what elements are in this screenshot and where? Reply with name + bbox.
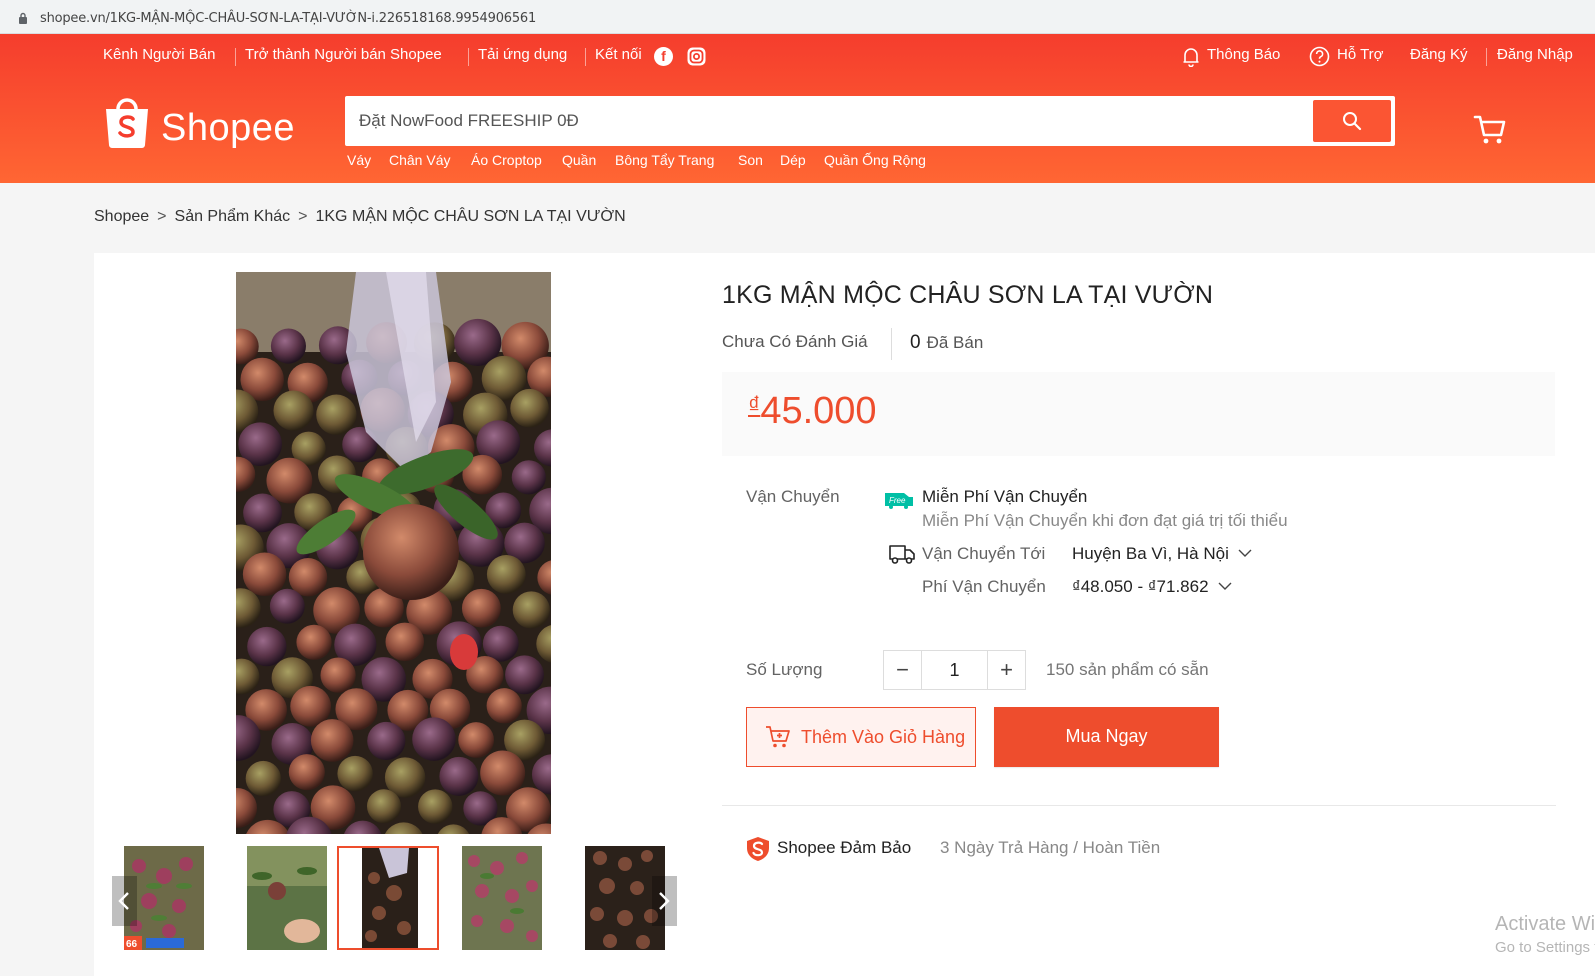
breadcrumb-current: 1KG MẬN MỘC CHÂU SƠN LA TẠI VƯỜN xyxy=(315,208,626,225)
rating-text[interactable]: Chưa Có Đánh Giá xyxy=(722,332,868,352)
cart-icon[interactable] xyxy=(1473,112,1507,146)
suggestion-link[interactable]: Chân Váy xyxy=(389,152,450,168)
ship-to-label: Vận Chuyển Tới xyxy=(922,544,1046,563)
quantity-input[interactable]: 1 xyxy=(922,651,987,689)
search-bar xyxy=(345,96,1395,146)
sold-number: 0 xyxy=(910,332,921,353)
price-value: 45.000 xyxy=(760,390,877,432)
chevron-right-icon xyxy=(659,892,670,910)
guarantee-desc: 3 Ngày Trả Hàng / Hoàn Tiền xyxy=(940,838,1161,857)
register-link[interactable]: Đăng Ký xyxy=(1410,46,1468,63)
breadcrumb-category[interactable]: Sản Phẩm Khác xyxy=(175,208,291,226)
seller-center-link[interactable]: Kênh Người Bán xyxy=(103,46,215,63)
search-icon xyxy=(1343,112,1362,131)
browser-address-bar[interactable]: shopee.vn/1KG-MẬN-MỘC-CHÂU-SƠN-LA-TẠI-VƯ… xyxy=(0,0,1595,34)
address-pill[interactable]: shopee.vn/1KG-MẬN-MỘC-CHÂU-SƠN-LA-TẠI-VƯ… xyxy=(6,3,1595,31)
free-shipping-title: Miễn Phí Vận Chuyển xyxy=(922,487,1088,506)
stock-text: 150 sản phẩm có sẵn xyxy=(1046,660,1209,679)
url-text: shopee.vn/1KG-MẬN-MỘC-CHÂU-SƠN-LA-TẠI-VƯ… xyxy=(40,11,537,26)
suggestion-link[interactable]: Áo Croptop xyxy=(471,152,542,168)
thumbnail-image-selected[interactable] xyxy=(337,846,439,950)
price-box: ₫45.000 xyxy=(722,372,1555,456)
truck-icon xyxy=(889,545,915,564)
download-app-link[interactable]: Tải ứng dụng xyxy=(478,46,567,63)
breadcrumb: Shopee > Sản Phẩm Khác >1KG MẬN MỘC CHÂU SƠ… xyxy=(94,208,626,226)
add-to-cart-label: Thêm Vào Giỏ Hàng xyxy=(801,727,966,747)
chevron-left-icon xyxy=(118,892,129,910)
chevron-down-icon[interactable] xyxy=(1218,581,1232,591)
shipping-label: Vận Chuyển xyxy=(746,487,840,506)
search-button[interactable] xyxy=(1313,100,1391,142)
sold-label: Đã Bán xyxy=(926,333,984,352)
product-main-image[interactable] xyxy=(236,272,551,834)
thumbnail-strip: 66 xyxy=(112,846,677,951)
notifications-link[interactable]: Thông Báo xyxy=(1207,46,1280,63)
chevron-down-icon[interactable] xyxy=(1238,548,1252,558)
connect-label: Kết nối xyxy=(595,46,642,63)
suggestion-link[interactable]: Dép xyxy=(780,152,806,168)
add-to-cart-button[interactable]: Thêm Vào Giỏ Hàng xyxy=(746,707,976,767)
thumb-badge-text: 66 xyxy=(126,939,138,950)
shield-icon xyxy=(747,837,769,861)
thumbnail-plums xyxy=(339,848,437,948)
search-input[interactable] xyxy=(359,96,1299,146)
bell-icon[interactable] xyxy=(1182,47,1200,67)
thumbnail-image[interactable] xyxy=(247,846,327,950)
add-to-cart-icon xyxy=(766,726,790,748)
free-shipping-icon: Free xyxy=(885,493,913,509)
thumbnail-image[interactable] xyxy=(462,846,542,950)
currency-symbol: ₫ xyxy=(748,392,761,419)
ship-to-value[interactable]: Huyện Ba Vì, Hà Nội xyxy=(1072,544,1229,564)
shopee-bag-icon xyxy=(106,98,148,148)
product-price: ₫45.000 xyxy=(748,390,877,433)
logo-text: Shopee xyxy=(161,107,296,149)
help-link[interactable]: Hỗ Trợ xyxy=(1337,46,1384,63)
nav-separator xyxy=(585,48,586,66)
site-header: Kênh Người Bán Trở thành Người bán Shope… xyxy=(0,34,1595,183)
suggestion-link[interactable]: Bông Tẩy Trang xyxy=(615,152,714,168)
decrease-quantity-button[interactable]: − xyxy=(884,651,922,689)
windows-activation-subtext: Go to Settings t xyxy=(1495,939,1595,956)
chevron-right-icon: > xyxy=(298,208,308,225)
lock-icon xyxy=(19,12,27,24)
free-badge-text: Free xyxy=(889,496,906,505)
nav-separator xyxy=(235,48,236,66)
nav-separator xyxy=(1486,48,1487,66)
help-icon[interactable] xyxy=(1309,46,1330,67)
increase-quantity-button[interactable]: + xyxy=(987,651,1025,689)
become-seller-link[interactable]: Trở thành Người bán Shopee xyxy=(245,46,442,63)
nav-separator xyxy=(468,48,469,66)
quantity-stepper: − 1 + xyxy=(883,650,1026,690)
buy-now-button[interactable]: Mua Ngay xyxy=(994,707,1219,767)
thumbnail-next-button[interactable] xyxy=(652,876,677,926)
sold-count: 0 Đã Bán xyxy=(910,332,983,354)
quantity-label: Số Lượng xyxy=(746,660,823,679)
shipping-fee-value[interactable]: ₫48.050 - ₫71.862 xyxy=(1072,577,1209,597)
chevron-right-icon: > xyxy=(157,208,167,225)
product-title: 1KG MẬN MỘC CHÂU SƠN LA TẠI VƯỜN xyxy=(722,281,1214,309)
instagram-icon[interactable] xyxy=(687,47,706,66)
suggestion-link[interactable]: Váy xyxy=(347,152,371,168)
shipping-fee-label: Phí Vận Chuyển xyxy=(922,577,1046,596)
facebook-icon[interactable]: f xyxy=(654,47,673,66)
suggestion-link[interactable]: Son xyxy=(738,152,763,168)
breadcrumb-home[interactable]: Shopee xyxy=(94,208,149,226)
buy-now-label: Mua Ngay xyxy=(1065,726,1148,746)
section-divider xyxy=(722,805,1556,806)
top-navbar: Kênh Người Bán Trở thành Người bán Shope… xyxy=(0,46,1595,68)
shopee-logo[interactable]: Shopee xyxy=(103,95,296,151)
suggestion-link[interactable]: Quần Ống Rộng xyxy=(824,152,926,168)
windows-activation-watermark: Activate Wi xyxy=(1495,913,1595,935)
login-link[interactable]: Đăng Nhập xyxy=(1497,46,1573,63)
free-shipping-desc: Miễn Phí Vận Chuyển khi đơn đạt giá trị … xyxy=(922,511,1288,530)
rating-separator xyxy=(891,328,892,360)
thumbnail-prev-button[interactable] xyxy=(112,876,137,926)
suggestion-link[interactable]: Quần xyxy=(562,152,596,168)
guarantee-title[interactable]: Shopee Đảm Bảo xyxy=(777,838,911,858)
